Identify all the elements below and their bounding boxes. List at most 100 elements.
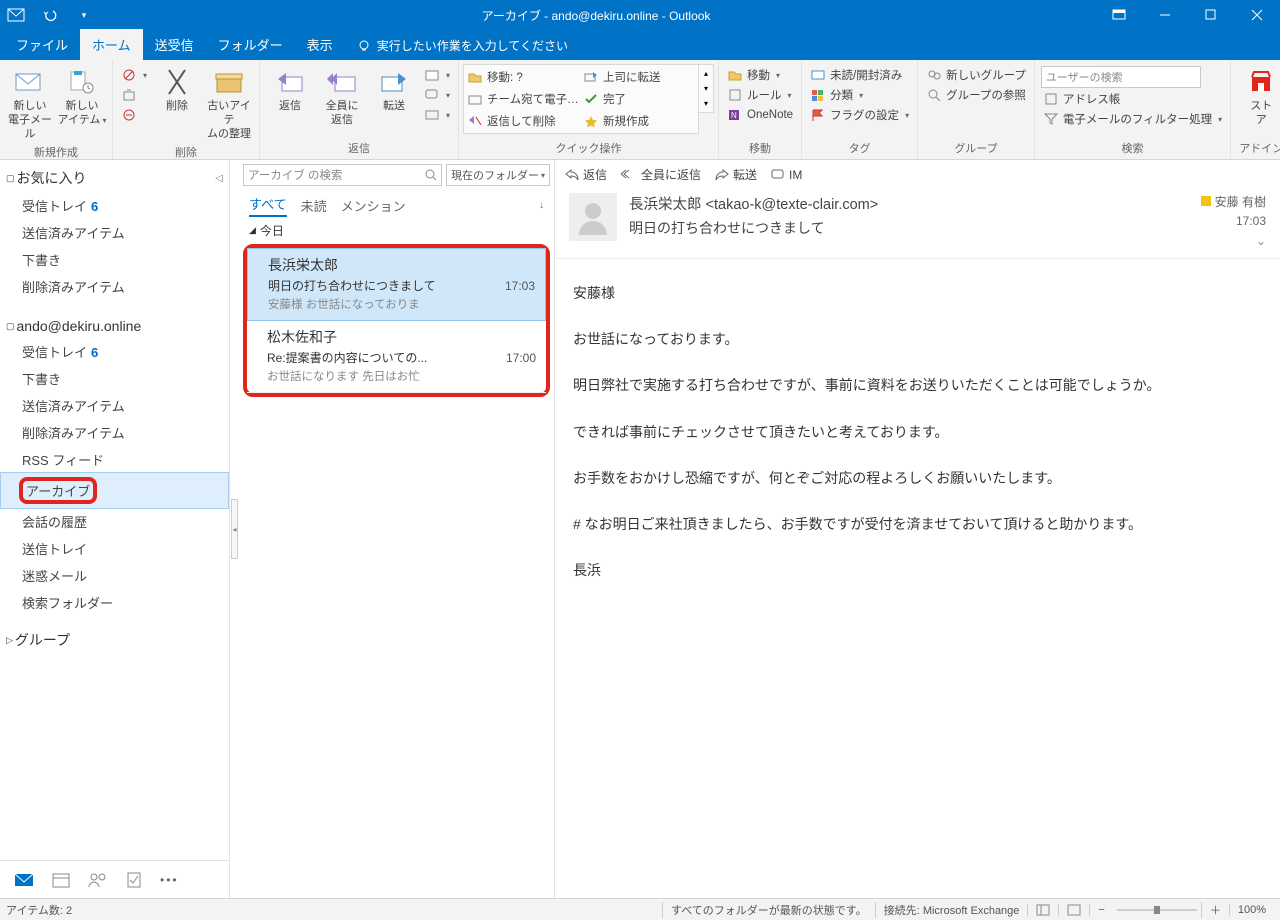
ribbon-options-icon[interactable] <box>1096 0 1142 30</box>
date-group[interactable]: ◢今日 <box>239 219 554 242</box>
app-icon[interactable] <box>4 4 28 26</box>
reply-button[interactable]: 返信 <box>264 64 316 114</box>
minimize-button[interactable] <box>1142 0 1188 30</box>
fav-deleted[interactable]: 削除済みアイテム <box>0 273 229 300</box>
nav-more-icon[interactable]: ••• <box>160 873 179 887</box>
folder-pane: ▢お気に入り◁ 受信トレイ6 送信済みアイテム 下書き 削除済みアイテム ▢an… <box>0 160 230 898</box>
reply-all-button[interactable]: 全員に 返信 <box>316 64 368 128</box>
rules-button[interactable]: ルール <box>725 86 795 104</box>
flag-button[interactable]: フラグの設定 <box>808 106 911 124</box>
archive-button[interactable]: 古いアイテ ムの整理 <box>203 64 255 141</box>
store-button[interactable]: スト ア <box>1235 64 1280 128</box>
chevron-left-icon[interactable]: ◁ <box>215 173 223 184</box>
im-button[interactable] <box>422 86 452 104</box>
folder-archive[interactable]: アーカイブ <box>0 472 229 509</box>
new-group-button[interactable]: 新しいグループ <box>924 66 1028 84</box>
fav-sent[interactable]: 送信済みアイテム <box>0 219 229 246</box>
cleanup-button[interactable] <box>119 86 149 104</box>
folder-inbox[interactable]: 受信トレイ6 <box>0 338 229 365</box>
zoom-out[interactable]: − <box>1089 904 1112 916</box>
view-reading-icon[interactable] <box>1058 904 1089 916</box>
quick-move[interactable]: 移動: ? <box>465 66 581 88</box>
unread-button[interactable]: 未読/開封済み <box>808 66 911 84</box>
filter-all[interactable]: すべて <box>249 194 287 217</box>
quick-done[interactable]: 完了 <box>581 88 697 110</box>
zoom-in[interactable]: ＋ <box>1201 902 1229 918</box>
folder-outbox[interactable]: 送信トレイ <box>0 535 229 562</box>
nav-calendar-icon[interactable] <box>52 872 70 888</box>
quick-more[interactable]: ▾ <box>701 97 711 110</box>
undo-icon[interactable] <box>38 4 62 26</box>
folder-drafts[interactable]: 下書き <box>0 365 229 392</box>
nav-mail-icon[interactable] <box>14 872 34 888</box>
message-list-pane: アーカイブ の検索 現在のフォルダー すべて 未読 メンション ↓ ◢今日 長浜… <box>239 160 555 898</box>
filter-unread[interactable]: 未読 <box>301 196 327 215</box>
filter-mention[interactable]: メンション <box>341 196 406 215</box>
move-button[interactable]: 移動 <box>725 66 795 84</box>
folder-search[interactable]: 検索フォルダー <box>0 589 229 616</box>
more-reply-button[interactable] <box>422 106 452 124</box>
reading-category[interactable]: 安藤 有樹 <box>1201 193 1266 210</box>
nav-people-icon[interactable] <box>88 872 108 888</box>
new-item-button[interactable]: 新しい アイテム <box>56 64 108 128</box>
nav-tasks-icon[interactable] <box>126 872 142 888</box>
onenote-button[interactable]: NOneNote <box>725 106 795 124</box>
search-scope[interactable]: 現在のフォルダー <box>446 164 550 186</box>
collapse-folder-pane[interactable]: ◂ <box>231 499 238 559</box>
group-label: 移動 <box>721 139 799 159</box>
junk-button[interactable] <box>119 106 149 124</box>
message-item[interactable]: 長浜栄太郎 明日の打ち合わせにつきまして17:03 安藤様 お世話になっておりま <box>247 248 546 321</box>
folder-rss[interactable]: RSS フィード <box>0 446 229 473</box>
maximize-button[interactable] <box>1188 0 1234 30</box>
action-im[interactable]: IM <box>771 166 802 183</box>
zoom-level[interactable]: 100% <box>1229 904 1274 916</box>
tab-file[interactable]: ファイル <box>4 29 80 60</box>
folder-conv-history[interactable]: 会話の履歴 <box>0 508 229 535</box>
tell-me[interactable]: 実行したい作業を入力してください <box>345 31 580 60</box>
expand-header-icon[interactable]: ⌄ <box>1201 234 1266 248</box>
bulb-icon <box>357 39 371 53</box>
folder-deleted[interactable]: 削除済みアイテム <box>0 419 229 446</box>
message-item[interactable]: 松木佐和子 Re:提案書の内容についての...17:00 お世話になります 先日… <box>247 321 546 393</box>
browse-group-button[interactable]: グループの参照 <box>924 86 1028 104</box>
quick-team[interactable]: チーム宛て電子… <box>465 88 581 110</box>
fav-inbox[interactable]: 受信トレイ6 <box>0 192 229 219</box>
search-people-input[interactable]: ユーザーの検索 <box>1041 66 1201 88</box>
folder-junk[interactable]: 迷惑メール <box>0 562 229 589</box>
tab-view[interactable]: 表示 <box>295 29 345 60</box>
action-reply-all[interactable]: 全員に返信 <box>621 166 701 183</box>
quick-create[interactable]: 新規作成 <box>581 110 697 132</box>
close-button[interactable] <box>1234 0 1280 30</box>
ignore-button[interactable] <box>119 66 149 84</box>
account-header[interactable]: ▢ando@dekiru.online <box>0 314 229 338</box>
folder-sent[interactable]: 送信済みアイテム <box>0 392 229 419</box>
address-book-button[interactable]: アドレス帳 <box>1041 90 1224 108</box>
quick-down[interactable]: ▾ <box>701 82 711 95</box>
action-forward[interactable]: 転送 <box>715 166 757 183</box>
favorites-header[interactable]: ▢お気に入り◁ <box>0 164 229 192</box>
meeting-button[interactable] <box>422 66 452 84</box>
zoom-slider[interactable] <box>1113 904 1201 916</box>
sort-icon[interactable]: ↓ <box>539 200 544 211</box>
search-input[interactable]: アーカイブ の検索 <box>243 164 442 186</box>
group-new: 新しい 電子メール 新しい アイテム 新規作成 <box>0 60 113 159</box>
qat-more-icon[interactable]: ▾ <box>72 4 96 26</box>
new-mail-button[interactable]: 新しい 電子メール <box>4 64 56 141</box>
status-bar: アイテム数: 2 すべてのフォルダーが最新の状態です。 接続先: Microso… <box>0 898 1280 920</box>
reading-body: 安藤様 お世話になっております。 明日弊社で実施する打ち合わせですが、事前に資料… <box>555 259 1280 622</box>
filter-row: すべて 未読 メンション ↓ <box>239 190 554 219</box>
delete-button[interactable]: 削除 <box>151 64 203 114</box>
fav-drafts[interactable]: 下書き <box>0 246 229 273</box>
categorize-button[interactable]: 分類 <box>808 86 911 104</box>
tab-home[interactable]: ホーム <box>80 29 143 60</box>
forward-button[interactable]: 転送 <box>368 64 420 114</box>
action-reply[interactable]: 返信 <box>565 166 607 183</box>
tab-sendrecv[interactable]: 送受信 <box>143 29 206 60</box>
view-normal-icon[interactable] <box>1027 904 1058 916</box>
quick-replydel[interactable]: 返信して削除 <box>465 110 581 132</box>
tab-folder[interactable]: フォルダー <box>206 29 295 60</box>
quick-boss[interactable]: 上司に転送 <box>581 66 697 88</box>
groups-header[interactable]: ▷グループ <box>0 626 229 654</box>
quick-up[interactable]: ▴ <box>701 67 711 80</box>
filter-email-button[interactable]: 電子メールのフィルター処理 <box>1041 110 1224 128</box>
